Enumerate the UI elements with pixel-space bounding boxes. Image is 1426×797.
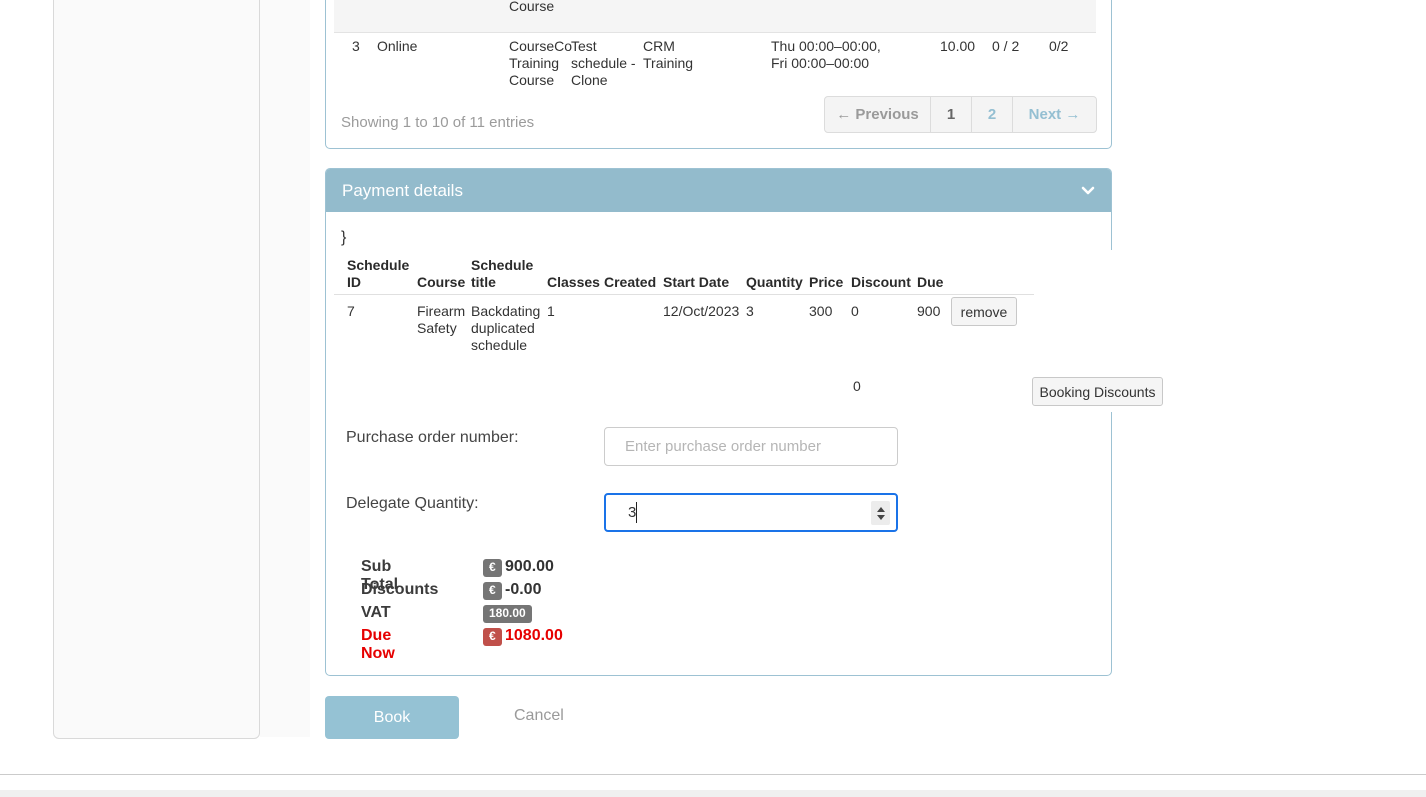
euro-badge: € <box>483 582 502 600</box>
col-header-created: Created <box>604 274 656 291</box>
schedules-list-panel: Training Course schedule Training 3 Onli… <box>325 0 1112 149</box>
pagination-next-button[interactable]: Next → <box>1013 97 1096 132</box>
table-row: 3 Online CourseCo Training Course Test s… <box>334 38 1096 104</box>
due-now-value: 1080.00 <box>505 627 563 645</box>
discounts-label: Discounts <box>361 581 438 599</box>
euro-badge: € <box>483 559 502 577</box>
col-header-schedule-id: Schedule ID <box>347 257 409 291</box>
col-header-course: Course <box>417 274 465 291</box>
payment-table-header-row: Schedule ID Course Schedule title Classe… <box>334 257 1034 295</box>
line-course-cell: Firearm Safety <box>417 303 473 337</box>
schedule-type-cell: Online <box>377 38 417 55</box>
due-now-label: Due Now <box>361 627 395 663</box>
footer-divider <box>0 774 1426 775</box>
footer-bar <box>0 790 1426 797</box>
line-classes-cell: 1 <box>547 303 555 320</box>
stepper-up-icon[interactable] <box>877 507 885 512</box>
schedule-price-cell: 10.00 <box>940 38 975 55</box>
booking-discount-value: 0 <box>853 378 861 394</box>
schedule-times-cell: Thu 00:00–00:00, Fri 00:00–00:00 <box>771 38 881 72</box>
cancel-link[interactable]: Cancel <box>514 707 564 725</box>
pagination-page-2-button[interactable]: 2 <box>972 97 1013 132</box>
col-header-discount: Discount <box>851 274 911 291</box>
payment-table-row: 7 Firearm Safety Backdating duplicated s… <box>334 295 1034 363</box>
line-due-cell: 900 <box>917 303 940 320</box>
book-button[interactable]: Book <box>325 696 459 739</box>
line-discount-cell: 0 <box>851 303 859 320</box>
vat-label: VAT <box>361 604 391 622</box>
col-header-price: Price <box>809 274 843 291</box>
subtotal-value: 900.00 <box>505 558 554 576</box>
text-caret <box>636 502 637 523</box>
pagination: ← Previous 1 2 Next → <box>824 96 1097 133</box>
payment-line-items-table: Schedule ID Course Schedule title Classe… <box>334 257 1034 363</box>
col-header-schedule-title: Schedule title <box>471 257 533 291</box>
discounts-value: -0.00 <box>505 581 541 599</box>
col-header-quantity: Quantity <box>746 274 803 291</box>
line-quantity-cell: 3 <box>746 303 754 320</box>
line-start-date-cell: 12/Oct/2023 <box>663 303 739 320</box>
purchase-order-label: Purchase order number: <box>346 429 519 447</box>
col-header-start-date: Start Date <box>663 274 729 291</box>
payment-details-title: Payment details <box>342 181 463 201</box>
pagination-previous-button[interactable]: ← Previous <box>825 97 931 132</box>
table-info-text: Showing 1 to 10 of 11 entries <box>341 114 534 131</box>
stray-brace-text: } <box>341 229 346 247</box>
schedule-places-cell: 0/2 <box>1049 38 1068 55</box>
schedule-course-cell: CourseCo Training Course <box>509 38 569 89</box>
vat-value-badge: 180.00 <box>483 605 532 623</box>
schedule-title-cell: Test schedule - Clone <box>571 38 643 89</box>
table-row-partial: Training Course schedule Training <box>334 0 1096 33</box>
payment-details-panel: Payment details } Schedule ID Course Sch… <box>325 168 1112 676</box>
delegate-quantity-label: Delegate Quantity: <box>346 495 479 513</box>
schedule-category-cell: CRM Training <box>643 38 703 72</box>
schedule-booked-cell: 0 / 2 <box>992 38 1019 55</box>
sidebar-gutter <box>260 0 310 737</box>
payment-details-header[interactable]: Payment details <box>326 169 1111 212</box>
stepper-down-icon[interactable] <box>877 515 885 520</box>
remove-line-button[interactable]: remove <box>951 297 1017 326</box>
left-sidebar-panel <box>53 0 260 739</box>
number-stepper[interactable] <box>871 501 890 525</box>
line-schedule-id-cell: 7 <box>347 303 355 320</box>
pagination-page-1-button[interactable]: 1 <box>931 97 972 132</box>
line-schedule-title-cell: Backdating duplicated schedule <box>471 303 543 354</box>
line-price-cell: 300 <box>809 303 832 320</box>
purchase-order-input[interactable] <box>604 427 898 466</box>
delegate-quantity-field <box>604 493 898 532</box>
booking-discounts-button[interactable]: Booking Discounts <box>1032 377 1163 406</box>
euro-badge-red: € <box>483 628 502 646</box>
delegate-quantity-input[interactable] <box>604 493 898 532</box>
chevron-down-icon[interactable] <box>1081 186 1095 195</box>
col-header-due: Due <box>917 274 943 291</box>
col-header-classes: Classes <box>547 274 600 291</box>
partial-course-cell: Training Course <box>509 0 569 15</box>
schedule-id-cell: 3 <box>352 38 360 55</box>
